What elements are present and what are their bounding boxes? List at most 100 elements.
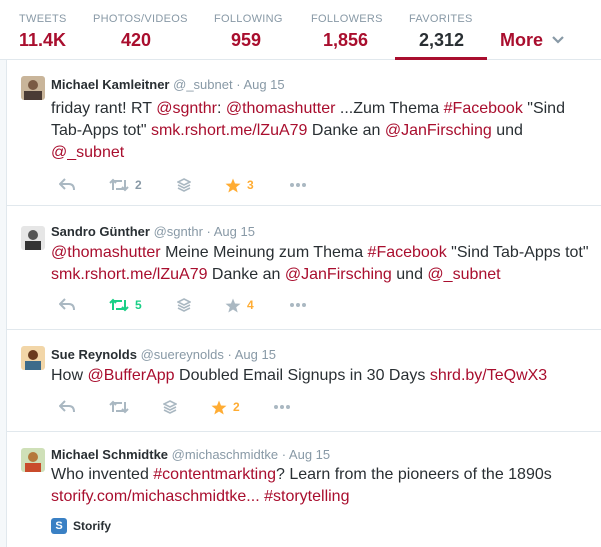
text: Who invented: [51, 466, 154, 483]
retweet-icon: [109, 178, 129, 192]
layers-icon: [177, 178, 191, 192]
add-to-collection-button[interactable]: [177, 176, 191, 194]
url-link[interactable]: shrd.by/TeQwX3: [430, 367, 547, 384]
stat-photos-videos-label: PHOTOS/VIDEOS: [93, 13, 188, 25]
mention-link[interactable]: @JanFirsching: [385, 122, 492, 139]
stat-followers[interactable]: FOLLOWERS 1,856: [311, 12, 383, 52]
avatar[interactable]: [21, 76, 45, 100]
stat-favorites-value: 2,312: [419, 30, 465, 50]
tweet-text: How @BufferApp Doubled Email Signups in …: [51, 365, 591, 387]
stat-following-value: 959: [231, 30, 262, 50]
stat-photos-videos-value: 420: [121, 30, 152, 50]
reply-button[interactable]: [59, 296, 75, 314]
text: ? Learn from the pioneers of the 1890s: [276, 466, 552, 483]
tweet-timestamp[interactable]: · Aug 15: [236, 77, 284, 92]
mention-link[interactable]: @sgnthr: [156, 100, 217, 117]
retweet-button[interactable]: 5: [109, 296, 142, 314]
url-link[interactable]: storify.com/michaschmidtke...: [51, 488, 260, 505]
reply-button[interactable]: [59, 176, 75, 194]
text: friday rant! RT: [51, 100, 157, 117]
avatar[interactable]: [21, 346, 45, 370]
stat-following[interactable]: FOLLOWING 959: [214, 12, 283, 52]
tweet-item[interactable]: Michael Kamleitner @_subnet · Aug 15 fri…: [7, 60, 601, 206]
tweet-author-name[interactable]: Michael Schmidtke: [51, 447, 168, 462]
reply-icon: [59, 400, 75, 413]
avatar[interactable]: [21, 226, 45, 250]
tweet-item[interactable]: Michael Schmidtke @michaschmidtke · Aug …: [7, 432, 601, 547]
stat-tweets-value: 11.4K: [19, 30, 67, 50]
tweet-author-handle[interactable]: @suereynolds: [141, 347, 224, 362]
more-options-button[interactable]: [273, 398, 291, 416]
retweet-button[interactable]: [109, 398, 135, 416]
storify-logo-icon: S: [51, 518, 67, 534]
tweet-author-handle[interactable]: @_subnet: [173, 77, 232, 92]
text: Danke an: [207, 266, 285, 283]
hashtag-link[interactable]: #Facebook: [444, 100, 523, 117]
favorite-button[interactable]: 3: [225, 176, 254, 194]
add-to-collection-button[interactable]: [177, 296, 191, 314]
mention-link[interactable]: @_subnet: [427, 266, 500, 283]
mention-link[interactable]: @_subnet: [51, 144, 124, 161]
text: und: [491, 122, 523, 139]
layers-icon: [163, 400, 177, 414]
reply-icon: [59, 298, 75, 311]
more-dots-icon: [274, 405, 290, 409]
layers-icon: [177, 298, 191, 312]
text: :: [216, 100, 226, 117]
tweet-timestamp[interactable]: · Aug 15: [282, 447, 330, 462]
stat-favorites[interactable]: FAVORITES 2,312: [395, 12, 487, 61]
tweet-header: Michael Schmidtke @michaschmidtke · Aug …: [51, 446, 330, 464]
tweet-author-name[interactable]: Sue Reynolds: [51, 347, 137, 362]
text: Danke an: [307, 122, 385, 139]
mention-link[interactable]: @BufferApp: [87, 367, 174, 384]
url-link[interactable]: smk.rshort.me/lZuA79: [151, 122, 307, 139]
tweet-actions: 2: [51, 398, 351, 416]
star-icon: [225, 298, 241, 312]
favorite-count: 2: [233, 400, 240, 414]
tweet-text: @thomashutter Meine Meinung zum Thema #F…: [51, 242, 591, 286]
retweet-button[interactable]: 2: [109, 176, 142, 194]
tweet-header: Sue Reynolds @suereynolds · Aug 15: [51, 346, 276, 364]
text: Doubled Email Signups in 30 Days: [174, 367, 430, 384]
more-label: More: [500, 30, 544, 50]
stat-tweets[interactable]: TWEETS 11.4K: [19, 12, 67, 52]
tweet-author-handle[interactable]: @sgnthr: [154, 224, 203, 239]
hashtag-link[interactable]: #contentmarkting: [153, 466, 276, 483]
tweet-timestamp[interactable]: · Aug 15: [207, 224, 255, 239]
mention-link[interactable]: @thomashutter: [226, 100, 336, 117]
stat-favorites-label: FAVORITES: [409, 13, 473, 25]
text: How: [51, 367, 88, 384]
favorite-count: 3: [247, 178, 254, 192]
tweet-author-handle[interactable]: @michaschmidtke: [172, 447, 278, 462]
more-options-button[interactable]: [289, 296, 307, 314]
more-options-button[interactable]: [289, 176, 307, 194]
text: Meine Meinung zum Thema: [160, 244, 368, 261]
stat-tweets-label: TWEETS: [19, 13, 67, 25]
tweet-header: Sandro Günther @sgnthr · Aug 15: [51, 223, 255, 241]
tweet-text: friday rant! RT @sgnthr: @thomashutter .…: [51, 98, 591, 164]
mention-link[interactable]: @JanFirsching: [285, 266, 392, 283]
hashtag-link[interactable]: #storytelling: [264, 488, 349, 505]
reply-button[interactable]: [59, 398, 75, 416]
tweet-item[interactable]: Sandro Günther @sgnthr · Aug 15 @thomash…: [7, 206, 601, 330]
favorite-button[interactable]: 4: [225, 296, 254, 314]
favorite-button[interactable]: 2: [211, 398, 240, 416]
avatar[interactable]: [21, 448, 45, 472]
stat-followers-value: 1,856: [323, 30, 369, 50]
hashtag-link[interactable]: #Facebook: [368, 244, 447, 261]
chevron-down-icon: [552, 26, 564, 50]
add-to-collection-button[interactable]: [163, 398, 177, 416]
url-link[interactable]: smk.rshort.me/lZuA79: [51, 266, 207, 283]
tweet-item[interactable]: Sue Reynolds @suereynolds · Aug 15 How @…: [7, 330, 601, 432]
mention-link[interactable]: @thomashutter: [51, 244, 161, 261]
more-dropdown[interactable]: More: [500, 26, 564, 52]
tweet-timestamp[interactable]: · Aug 15: [228, 347, 276, 362]
star-icon: [225, 178, 241, 192]
more-dots-icon: [290, 183, 306, 187]
tweet-author-name[interactable]: Sandro Günther: [51, 224, 150, 239]
stat-photos-videos[interactable]: PHOTOS/VIDEOS 420: [93, 12, 188, 52]
tweet-author-name[interactable]: Michael Kamleitner: [51, 77, 170, 92]
storify-card[interactable]: S Storify: [51, 518, 111, 534]
stat-followers-label: FOLLOWERS: [311, 13, 383, 25]
text: und: [391, 266, 428, 283]
